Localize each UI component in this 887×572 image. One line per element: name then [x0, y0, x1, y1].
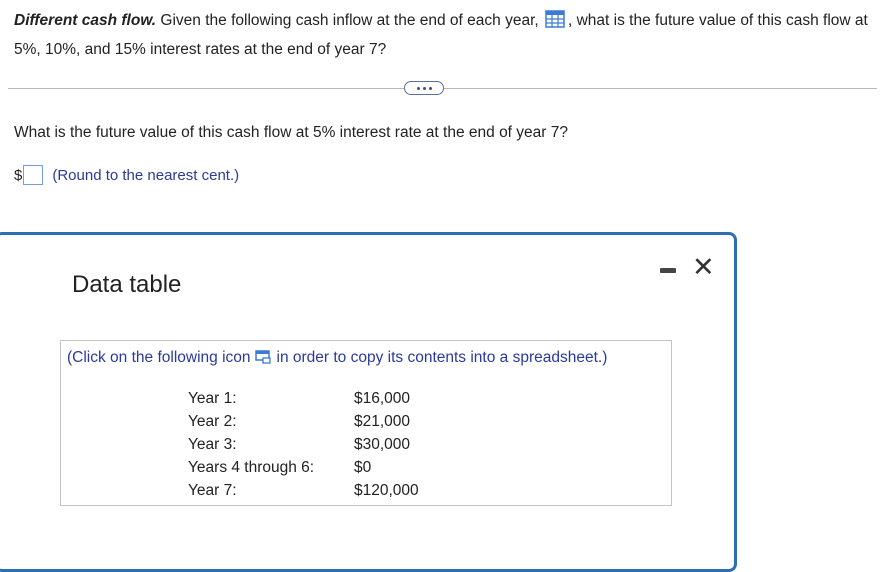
copy-text-after: in order to copy its contents into a spr…: [276, 349, 608, 366]
ellipsis-dot: [428, 86, 432, 90]
sub-question: What is the future value of this cash fl…: [14, 124, 568, 141]
row-label: Year 7:: [188, 482, 237, 499]
answer-row: $ (Round to the nearest cent.): [14, 163, 239, 187]
rounding-hint: (Round to the nearest cent.): [52, 166, 240, 184]
data-table-box: (Click on the following icon in order to…: [60, 340, 672, 506]
copy-instructions: (Click on the following icon in order to…: [67, 349, 607, 367]
ellipsis-dot: [422, 86, 426, 90]
row-label: Years 4 through 6:: [188, 459, 315, 476]
copy-to-spreadsheet-icon[interactable]: [254, 350, 271, 364]
question-title: Different cash flow.: [14, 12, 157, 29]
row-label: Year 3:: [188, 436, 237, 453]
ellipsis-dot: [416, 86, 420, 90]
spreadsheet-grid-icon[interactable]: [545, 10, 565, 29]
minimize-button[interactable]: [657, 265, 681, 279]
answer-input[interactable]: [23, 165, 44, 185]
table-row: Year 3: $30,000: [188, 433, 474, 456]
row-value: $21,000: [354, 413, 411, 430]
copy-text-before: (Click on the following icon: [67, 349, 251, 366]
row-value: $0: [354, 459, 372, 476]
currency-symbol: $: [14, 166, 23, 184]
row-label: Year 1:: [188, 390, 237, 407]
row-label: Year 2:: [188, 413, 237, 430]
close-button[interactable]: ✕: [692, 254, 715, 281]
table-row: Year 7: $120,000: [188, 479, 474, 502]
question-text-part1: Given the following cash inflow at the e…: [156, 12, 543, 29]
row-value: $30,000: [354, 436, 411, 453]
table-row: Year 2: $21,000: [188, 410, 474, 433]
cash-flow-table: Year 1: $16,000 Year 2: $21,000 Year 3: …: [188, 387, 474, 502]
dialog-title: Data table: [72, 271, 182, 298]
table-row: Year 1: $16,000: [188, 387, 474, 410]
table-row: Years 4 through 6: $0: [188, 456, 474, 479]
row-value: $120,000: [354, 482, 419, 499]
row-value: $16,000: [354, 390, 411, 407]
question-text: Different cash flow. Given the following…: [14, 6, 880, 64]
expand-more-button[interactable]: [404, 81, 444, 95]
